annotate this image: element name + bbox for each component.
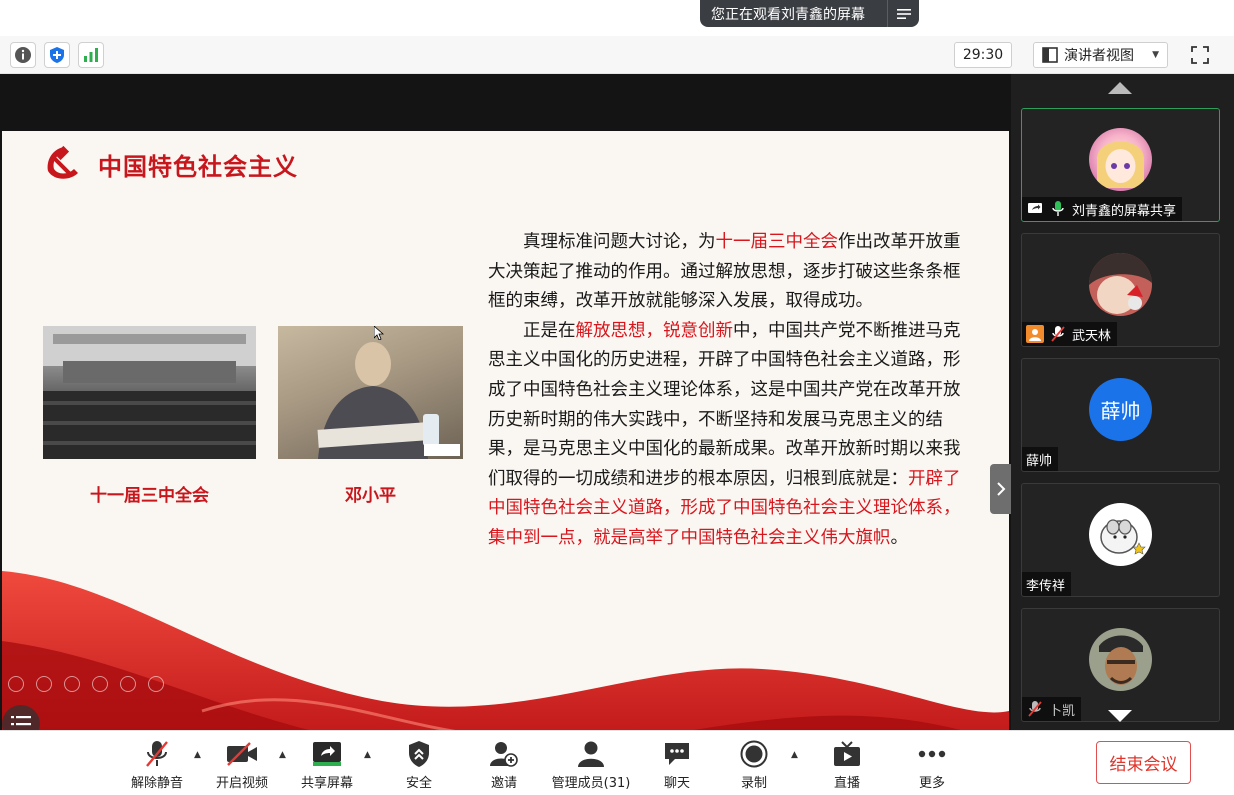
more-options-icon[interactable] [148, 676, 164, 692]
viewing-indicator[interactable]: 您正在观看刘青鑫的屏幕 [700, 0, 919, 27]
layout-icon [1042, 47, 1058, 63]
participant-name: 薛帅 [1026, 453, 1053, 469]
slide-body-text: 真理标准问题大讨论，为十一届三中全会作出改革开放重大决策起了推动的作用。通过解放… [488, 228, 970, 554]
participant-name: 武天林 [1072, 328, 1112, 344]
chevron-right-icon [996, 482, 1005, 496]
view-mode-label: 演讲者视图 [1064, 48, 1134, 64]
audio-options-chevron-icon[interactable]: ▲ [194, 750, 201, 760]
more-dots-icon [915, 739, 949, 769]
slideshow-controls [8, 676, 164, 692]
screen-share-icon [1026, 200, 1044, 218]
scroll-up-icon[interactable] [1108, 80, 1132, 94]
live-tv-icon [830, 739, 864, 769]
shield-icon [402, 739, 436, 769]
fullscreen-button[interactable] [1186, 42, 1214, 68]
hamster-avatar [1089, 503, 1152, 566]
mouse-cursor-icon [374, 326, 384, 340]
participant-name: 卜凯 [1049, 703, 1076, 719]
paragraph-1: 真理标准问题大讨论，为十一届三中全会作出改革开放重大决策起了推动的作用。通过解放… [488, 232, 961, 312]
more-button[interactable]: 更多 [897, 739, 967, 791]
caption-deng: 邓小平 [345, 486, 396, 506]
chat-bubble-icon [660, 739, 694, 769]
microphone-active-icon [1049, 200, 1067, 218]
user-icon [1026, 325, 1044, 343]
record-options-chevron-icon[interactable]: ▲ [791, 750, 798, 760]
collapse-panel-button[interactable] [990, 464, 1011, 514]
end-meeting-button[interactable]: 结束会议 [1096, 741, 1191, 784]
participant-name-bar: 李传祥 [1022, 572, 1072, 596]
shield-icon [50, 47, 64, 63]
manage-members-button[interactable]: 管理成员(31) [552, 739, 630, 791]
meeting-info-bar: 29:30 演讲者视图 ▼ [0, 36, 1234, 74]
basketball-player-avatar [1089, 628, 1152, 691]
invite-button[interactable]: 邀请 [469, 739, 539, 791]
fullscreen-icon [1191, 46, 1209, 64]
caption-plenum: 十一届三中全会 [90, 486, 209, 506]
microphone-muted-icon [1026, 700, 1044, 718]
participant-name: 李传祥 [1026, 578, 1066, 594]
share-screen-icon [310, 739, 344, 769]
chat-button[interactable]: 聊天 [642, 739, 712, 791]
scroll-down-icon[interactable] [1108, 710, 1132, 724]
info-icon [15, 47, 31, 63]
video-options-chevron-icon[interactable]: ▲ [279, 750, 286, 760]
paragraph-2: 正是在解放思想，锐意创新中，中国共产党不断推进马克思主义中国化的历史进程，开辟了… [488, 320, 961, 548]
add-user-icon [487, 739, 521, 769]
hamburger-menu-icon[interactable] [887, 0, 919, 27]
participant-tile[interactable]: 卜凯 [1021, 608, 1220, 722]
meeting-info-button[interactable] [10, 42, 36, 68]
participant-name-bar: 卜凯 [1022, 697, 1082, 721]
participant-name-bar: 武天林 [1022, 322, 1118, 346]
chevron-down-icon: ▼ [1152, 50, 1159, 60]
zoom-icon[interactable] [120, 676, 136, 692]
microphone-muted-icon [1049, 325, 1067, 343]
plenum-photo [43, 326, 256, 459]
participant-panel: 刘青鑫的屏幕共享 武天林 薛帅 薛帅 李传祥 卜凯 [1011, 74, 1234, 730]
top-strip: 您正在观看刘青鑫的屏幕 [0, 0, 1234, 36]
viewing-text: 您正在观看刘青鑫的屏幕 [711, 6, 865, 23]
prev-slide-icon[interactable] [8, 676, 24, 692]
presentation-slide: 中国特色社会主义 十一届三中全会 邓小平 真理标准问题大讨论，为十一届三中全会作… [2, 131, 1009, 772]
start-video-button[interactable]: 开启视频 [207, 739, 277, 791]
slide-title: 中国特色社会主义 [98, 153, 298, 181]
participant-name-bar: 薛帅 [1022, 447, 1059, 471]
pen-icon[interactable] [64, 676, 80, 692]
camera-off-icon [225, 739, 259, 769]
play-icon[interactable] [36, 676, 52, 692]
slides-icon[interactable] [92, 676, 108, 692]
meeting-timer: 29:30 [954, 42, 1012, 68]
members-icon [574, 739, 608, 769]
meeting-toolbar: 解除静音 ▲ 开启视频 ▲ 共享屏幕 ▲ 安全 邀请 管理成员(31) 聊天 录… [0, 730, 1234, 795]
security-button[interactable]: 安全 [384, 739, 454, 791]
participant-tile[interactable]: 刘青鑫的屏幕共享 [1021, 108, 1220, 222]
cartoon-boy-avatar [1089, 253, 1152, 316]
deng-xiaoping-photo [278, 326, 463, 459]
microphone-muted-icon [140, 739, 174, 769]
network-status-button[interactable] [78, 42, 104, 68]
record-button[interactable]: 录制 [719, 739, 789, 791]
view-mode-select[interactable]: 演讲者视图 ▼ [1033, 42, 1168, 68]
share-screen-button[interactable]: 共享屏幕 [292, 739, 362, 791]
participant-name: 刘青鑫的屏幕共享 [1072, 203, 1177, 219]
participant-tile[interactable]: 李传祥 [1021, 483, 1220, 597]
participant-name-bar: 刘青鑫的屏幕共享 [1022, 197, 1183, 221]
signal-bars-icon [84, 48, 98, 62]
record-icon [737, 739, 771, 769]
participant-tile[interactable]: 薛帅 薛帅 [1021, 358, 1220, 472]
live-stream-button[interactable]: 直播 [812, 739, 882, 791]
unmute-button[interactable]: 解除静音 [122, 739, 192, 791]
initials-avatar: 薛帅 [1089, 378, 1152, 441]
share-options-chevron-icon[interactable]: ▲ [364, 750, 371, 760]
anime-girl-avatar [1089, 128, 1152, 191]
shared-screen[interactable]: 中国特色社会主义 十一届三中全会 邓小平 真理标准问题大讨论，为十一届三中全会作… [0, 74, 1011, 772]
participant-tile[interactable]: 武天林 [1021, 233, 1220, 347]
party-emblem-icon [47, 145, 78, 179]
security-shield-button[interactable] [44, 42, 70, 68]
